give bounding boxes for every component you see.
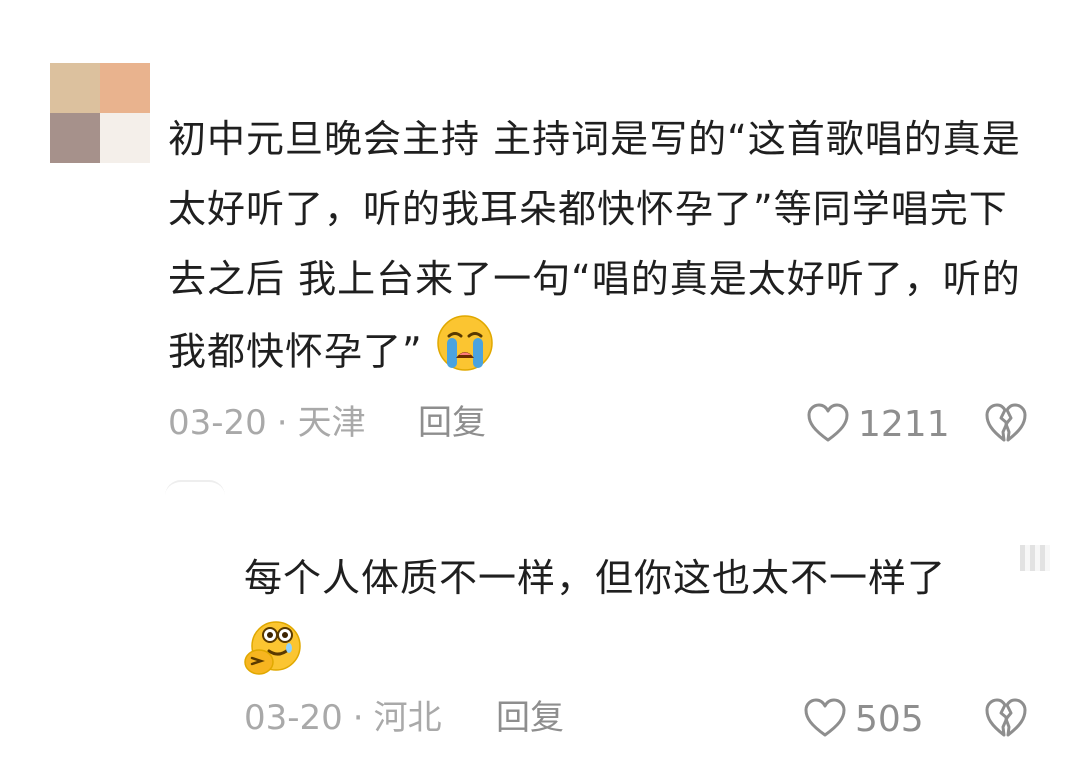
comment-body: 初中元旦晚会主持 主持词是写的“这首歌唱的真是太好听了，听的我耳朵都快怀孕了”等… [168, 117, 1021, 374]
reply-body: 每个人体质不一样，但你这也太不一样了 [244, 556, 947, 600]
reply-text: 每个人体质不一样，但你这也太不一样了 [244, 543, 1024, 613]
reply-date: 03-20 [244, 698, 343, 738]
meta-separator: · [276, 403, 288, 443]
drooling-thinking-emoji [243, 618, 305, 684]
like-button[interactable]: 1211 [806, 402, 950, 448]
blurred-mark [1020, 545, 1050, 571]
reply-button[interactable]: 回复 [418, 403, 486, 443]
reply-location: 河北 [373, 698, 442, 738]
reply-avatar[interactable] [165, 480, 225, 496]
comment-location: 天津 [297, 403, 366, 443]
broken-heart-icon [984, 698, 1028, 743]
dislike-button[interactable] [984, 697, 1028, 743]
heart-icon [806, 402, 850, 448]
comment-text: 初中元旦晚会主持 主持词是写的“这首歌唱的真是太好听了，听的我耳朵都快怀孕了”等… [168, 104, 1038, 394]
reply-meta: 03-20 · 河北 [244, 698, 442, 738]
crying-emoji [436, 314, 494, 394]
like-count: 1211 [858, 404, 950, 445]
meta-separator: · [352, 698, 364, 738]
reply-button[interactable]: 回复 [496, 698, 564, 738]
broken-heart-icon [984, 403, 1028, 448]
like-count: 505 [855, 699, 924, 740]
comment-date: 03-20 [168, 403, 267, 443]
avatar[interactable] [50, 63, 150, 163]
dislike-button[interactable] [984, 402, 1028, 448]
like-button[interactable]: 505 [803, 697, 924, 743]
heart-icon [803, 697, 847, 743]
comment-meta: 03-20 · 天津 [168, 403, 366, 443]
